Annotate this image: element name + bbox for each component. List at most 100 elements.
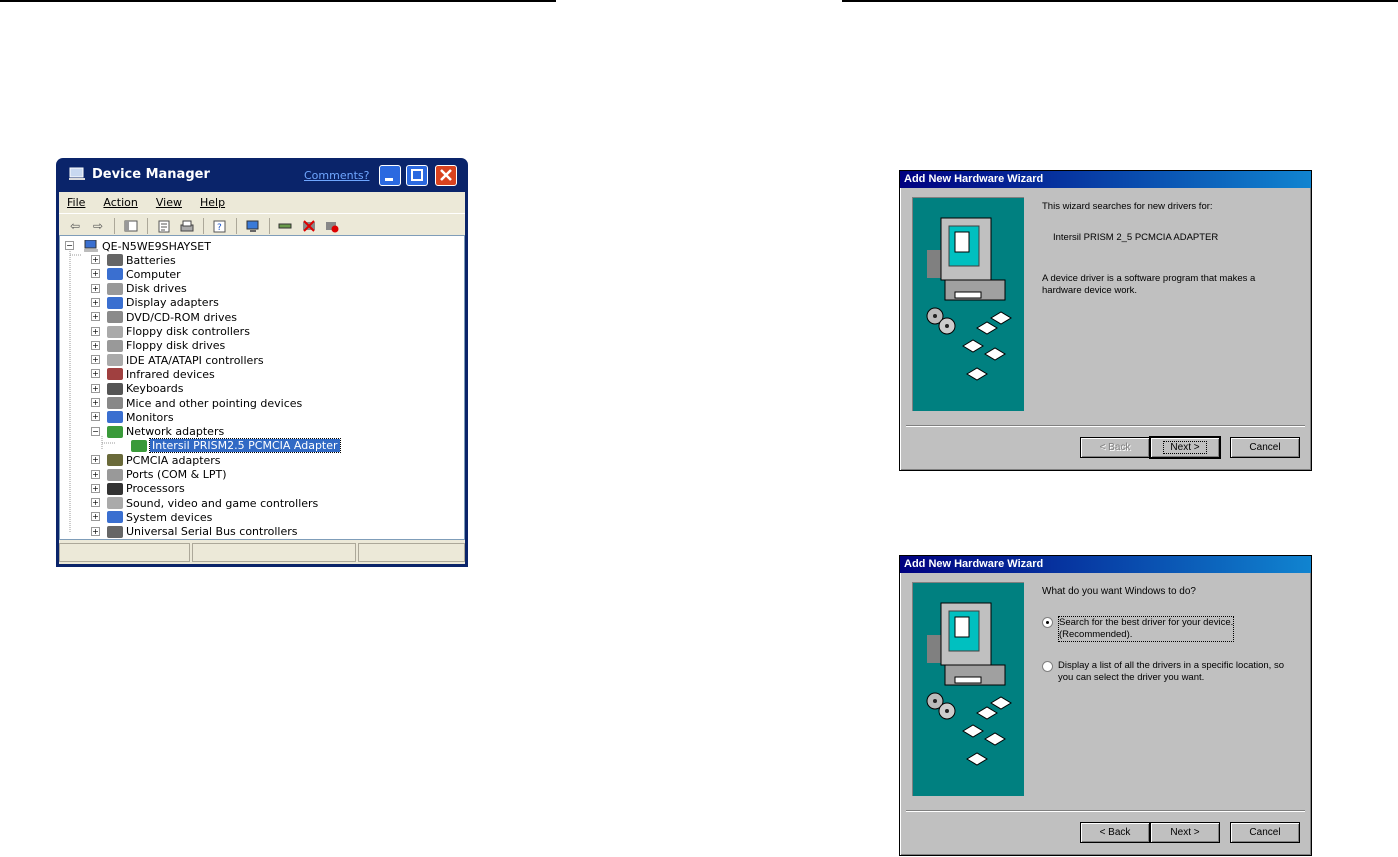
tree-category[interactable]: IDE ATA/ATAPI controllers bbox=[107, 353, 264, 367]
category-icon bbox=[107, 325, 123, 338]
tree-category[interactable]: Ports (COM & LPT) bbox=[107, 468, 227, 482]
top-rule-right bbox=[842, 0, 1398, 2]
tree-expander[interactable]: + bbox=[91, 512, 100, 522]
tree-expander[interactable]: − bbox=[65, 241, 74, 250]
category-label: Floppy disk controllers bbox=[126, 325, 250, 338]
next-button[interactable]: Next > bbox=[1150, 822, 1220, 843]
wizard-question: What do you want Windows to do? bbox=[1042, 586, 1196, 597]
menu-bar: File Action View Help bbox=[59, 192, 465, 214]
tree-category[interactable]: Keyboards bbox=[107, 382, 183, 396]
cancel-button[interactable]: Cancel bbox=[1230, 437, 1300, 458]
tree-expander[interactable]: + bbox=[91, 412, 100, 422]
device-manager-window: Device Manager Comments? File Action Vie… bbox=[56, 158, 468, 567]
status-pane bbox=[358, 543, 465, 562]
uninstall-icon[interactable] bbox=[299, 217, 319, 235]
tree-category[interactable]: DVD/CD-ROM drives bbox=[107, 310, 237, 324]
tree-expander[interactable]: + bbox=[91, 526, 100, 536]
minimize-button[interactable] bbox=[379, 165, 401, 186]
radio-search-best[interactable] bbox=[1042, 617, 1053, 628]
close-button[interactable] bbox=[435, 165, 457, 186]
tree-category[interactable]: Mice and other pointing devices bbox=[107, 396, 302, 410]
menu-view[interactable]: View bbox=[156, 196, 182, 209]
category-icon bbox=[107, 511, 123, 524]
back-button[interactable]: < Back bbox=[1080, 437, 1150, 458]
menu-action[interactable]: Action bbox=[103, 196, 137, 209]
tree-expander[interactable]: + bbox=[91, 297, 100, 307]
print-icon[interactable] bbox=[177, 217, 197, 235]
tree-expander[interactable]: + bbox=[91, 369, 100, 379]
tree-category[interactable]: Batteries bbox=[107, 253, 176, 267]
tree-root[interactable]: QE-N5WE9SHAYSET bbox=[83, 239, 211, 253]
forward-icon[interactable]: ⇨ bbox=[88, 217, 108, 235]
tree-category[interactable]: System devices bbox=[107, 510, 212, 524]
add-hardware-wizard-2: Add New Hardware Wizard What do you want… bbox=[899, 555, 1312, 856]
option-search-line2: (Recommended). bbox=[1059, 629, 1133, 640]
category-icon bbox=[107, 268, 123, 281]
tree-expander[interactable]: + bbox=[91, 283, 100, 293]
device-tree: − QE-N5WE9SHAYSET + Batteries + Computer + Di… bbox=[59, 235, 465, 540]
tree-category[interactable]: Display adapters bbox=[107, 296, 219, 310]
tree-category[interactable]: Network adapters bbox=[107, 425, 224, 439]
tree-category[interactable]: Processors bbox=[107, 482, 185, 496]
category-icon bbox=[107, 311, 123, 324]
tree-category[interactable]: Computer bbox=[107, 267, 181, 281]
comments-link[interactable]: Comments? bbox=[304, 169, 369, 182]
tree-device-selected[interactable]: Intersil PRISM2.5 PCMCIA Adapter bbox=[131, 438, 341, 454]
category-icon bbox=[107, 425, 123, 438]
maximize-button[interactable] bbox=[406, 165, 428, 186]
tree-expander[interactable]: + bbox=[91, 455, 100, 465]
scan-hardware-icon[interactable] bbox=[243, 217, 263, 235]
tree-category[interactable]: Monitors bbox=[107, 410, 174, 424]
tree-category[interactable]: Infrared devices bbox=[107, 367, 215, 381]
category-icon bbox=[107, 411, 123, 424]
update-driver-icon[interactable] bbox=[276, 217, 296, 235]
help-icon[interactable]: ? bbox=[210, 217, 230, 235]
category-icon bbox=[107, 339, 123, 352]
wizard-divider bbox=[906, 425, 1305, 427]
driver-description: A device driver is a software program th… bbox=[1042, 273, 1256, 296]
tree-expander[interactable]: + bbox=[91, 255, 100, 264]
category-icon bbox=[107, 468, 123, 481]
tree-expander[interactable]: + bbox=[91, 483, 100, 493]
category-label: Universal Serial Bus controllers bbox=[126, 525, 298, 539]
tree-expander[interactable]: + bbox=[91, 398, 100, 407]
category-label: Disk drives bbox=[126, 282, 187, 296]
tree-expander[interactable]: − bbox=[91, 426, 100, 436]
category-icon bbox=[107, 296, 123, 309]
network-card-icon bbox=[131, 439, 147, 452]
radio-display-list[interactable] bbox=[1042, 661, 1053, 672]
tree-expander[interactable]: + bbox=[91, 340, 100, 350]
tree-expander[interactable]: + bbox=[91, 469, 100, 479]
menu-help[interactable]: Help bbox=[200, 196, 225, 209]
tree-category[interactable]: Universal Serial Bus controllers bbox=[107, 525, 297, 539]
tree-expander[interactable]: + bbox=[91, 326, 100, 336]
show-hide-tree-icon[interactable] bbox=[121, 217, 141, 235]
tree-expander[interactable]: + bbox=[91, 312, 100, 322]
cancel-button[interactable]: Cancel bbox=[1230, 822, 1300, 843]
tree-category[interactable]: PCMCIA adapters bbox=[107, 453, 221, 467]
tree-category[interactable]: Sound, video and game controllers bbox=[107, 496, 318, 510]
status-pane bbox=[192, 543, 356, 562]
category-label: IDE ATA/ATAPI controllers bbox=[126, 353, 264, 367]
next-button[interactable]: Next > bbox=[1149, 436, 1221, 459]
option-display-label[interactable]: Display a list of all the drivers in a s… bbox=[1058, 660, 1298, 684]
tree-category[interactable]: Floppy disk drives bbox=[107, 339, 225, 353]
back-button[interactable]: < Back bbox=[1080, 822, 1150, 843]
category-label: Batteries bbox=[126, 253, 176, 267]
toolbar-separator bbox=[236, 217, 237, 234]
menu-file[interactable]: File bbox=[67, 196, 85, 209]
tree-expander[interactable]: + bbox=[91, 498, 100, 508]
wizard-illustration bbox=[912, 582, 1024, 796]
properties-icon[interactable] bbox=[154, 217, 174, 235]
option-search-label[interactable]: Search for the best driver for your devi… bbox=[1058, 616, 1235, 642]
disable-icon[interactable] bbox=[322, 217, 342, 235]
tree-expander[interactable]: + bbox=[91, 269, 100, 279]
tree-expander[interactable]: + bbox=[91, 383, 100, 393]
category-label: Mice and other pointing devices bbox=[126, 396, 303, 410]
tree-category[interactable]: Disk drives bbox=[107, 282, 187, 296]
tree-expander[interactable]: + bbox=[91, 355, 100, 365]
toolbar-separator bbox=[269, 217, 270, 234]
tree-category[interactable]: Floppy disk controllers bbox=[107, 325, 250, 339]
category-icon bbox=[107, 525, 123, 538]
back-icon[interactable]: ⇦ bbox=[65, 217, 85, 235]
